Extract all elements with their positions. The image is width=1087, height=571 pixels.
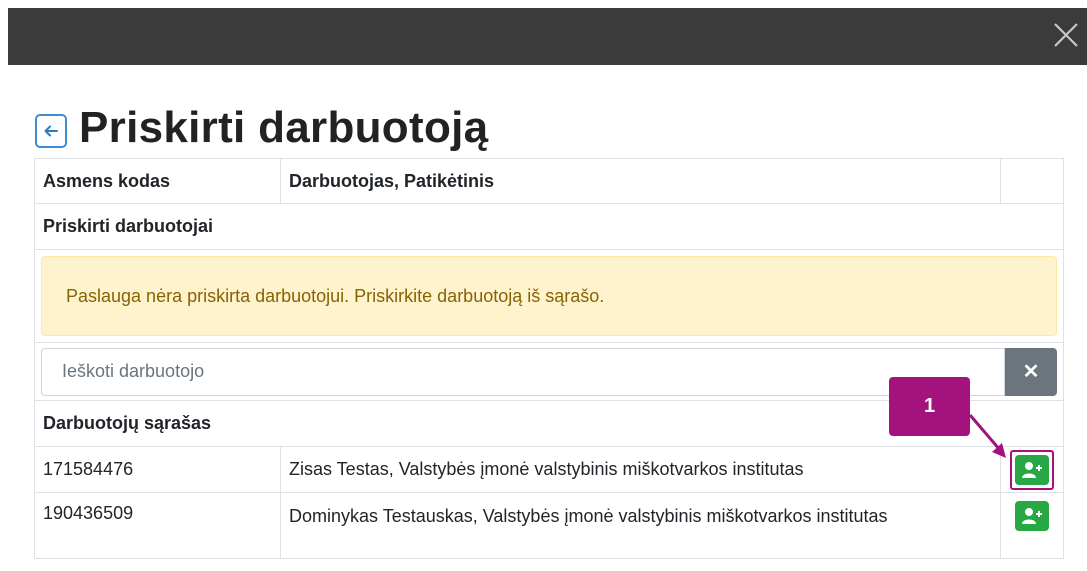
column-header-employee: Darbuotojas, Patikėtinis: [281, 159, 1001, 203]
close-icon[interactable]: [1049, 18, 1083, 52]
close-icon: ✕: [1022, 361, 1040, 383]
employee-code: 190436509: [35, 493, 281, 558]
table-row: 171584476 Zisas Testas, Valstybės įmonė …: [35, 447, 1063, 493]
modal-header-bar: [8, 8, 1087, 65]
assigned-section-title: Priskirti darbuotojai: [35, 204, 1063, 250]
employee-table: Asmens kodas Darbuotojas, Patikėtinis Pr…: [34, 158, 1064, 559]
title-row: Priskirti darbuotoją: [35, 98, 488, 158]
alert-container: Paslauga nėra priskirta darbuotojui. Pri…: [35, 250, 1063, 343]
column-header-code: Asmens kodas: [35, 159, 281, 203]
annotation-callout: 1: [889, 377, 970, 436]
table-row: 190436509 Dominykas Testauskas, Valstybė…: [35, 493, 1063, 559]
assign-employee-button[interactable]: [1015, 454, 1049, 485]
employee-code: 171584476: [35, 447, 281, 492]
column-header-actions: [1001, 159, 1063, 203]
page-title: Priskirti darbuotoją: [79, 103, 489, 152]
search-input[interactable]: [41, 347, 1005, 396]
assign-employee-button[interactable]: [1015, 501, 1049, 531]
highlight-frame: [1010, 449, 1054, 490]
employee-name: Zisas Testas, Valstybės įmonė valstybini…: [281, 447, 1001, 492]
arrow-left-icon: [44, 125, 58, 137]
warning-alert: Paslauga nėra priskirta darbuotojui. Pri…: [41, 256, 1057, 336]
clear-search-button[interactable]: ✕: [1005, 347, 1057, 396]
action-cell: [1001, 447, 1063, 492]
user-plus-icon: [1022, 461, 1042, 478]
back-button[interactable]: [35, 114, 67, 148]
action-cell: [1001, 493, 1063, 558]
table-header-row: Asmens kodas Darbuotojas, Patikėtinis: [35, 159, 1063, 204]
employee-name: Dominykas Testauskas, Valstybės įmonė va…: [281, 493, 1001, 558]
user-plus-icon: [1022, 508, 1042, 524]
